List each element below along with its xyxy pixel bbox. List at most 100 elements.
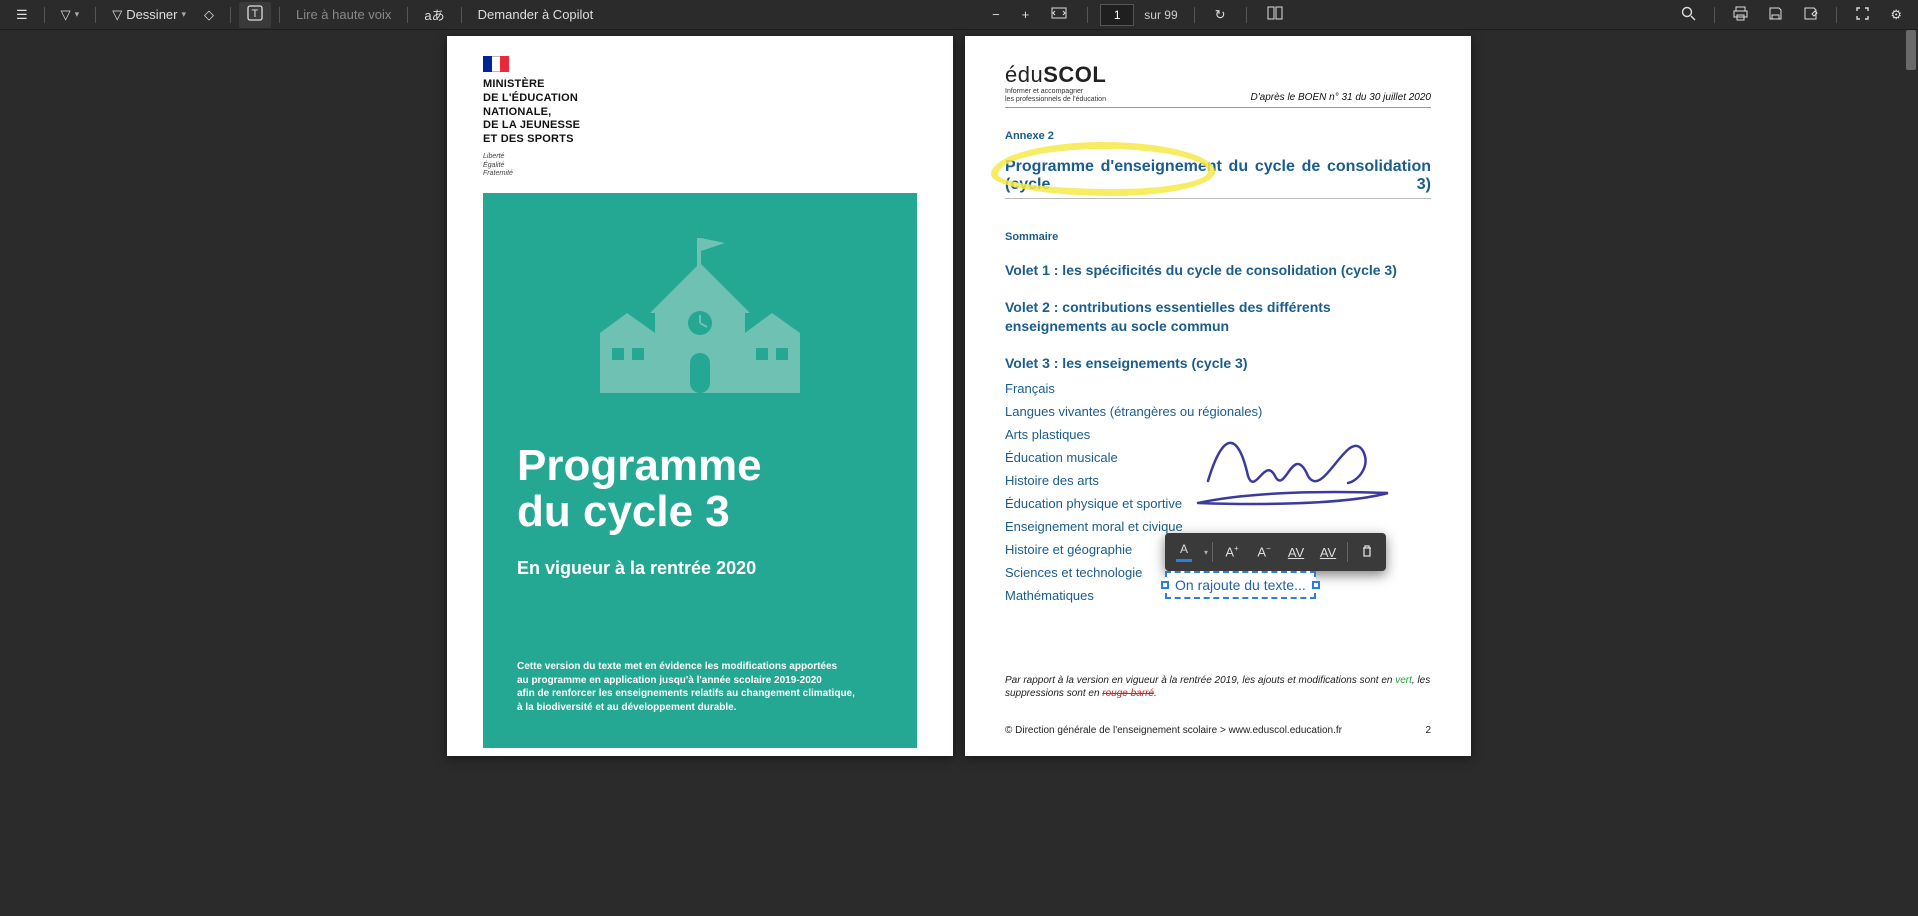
cover-subtitle: En vigueur à la rentrée 2020 bbox=[517, 558, 756, 579]
chevron-down-icon[interactable]: ▾ bbox=[1204, 548, 1208, 557]
spacing-increase-icon: AV bbox=[1288, 545, 1304, 560]
font-decrease-icon: A− bbox=[1257, 544, 1270, 559]
page-total-label: sur 99 bbox=[1140, 8, 1181, 22]
page-number-input[interactable] bbox=[1100, 4, 1134, 26]
programme-title-text: Programme d'enseignement du cycle de con… bbox=[1005, 158, 1431, 193]
ink-annotation[interactable] bbox=[1193, 421, 1393, 521]
translate-button[interactable]: aあ bbox=[416, 2, 452, 28]
pdf-viewer[interactable]: MINISTÈRE DE L'ÉDUCATION NATIONALE, DE L… bbox=[0, 30, 1918, 916]
translate-icon: aあ bbox=[424, 5, 444, 24]
brand-sub-line: les professionnels de l'éducation bbox=[1005, 96, 1106, 104]
volet-heading: Volet 3 : les enseignements (cycle 3) bbox=[1005, 354, 1431, 373]
annexe-label: Annexe 2 bbox=[1005, 130, 1431, 142]
vertical-scrollbar[interactable] bbox=[1904, 30, 1918, 916]
separator bbox=[95, 7, 96, 23]
separator bbox=[1194, 7, 1195, 23]
minus-icon: − bbox=[992, 7, 1000, 22]
footnote-text: Par rapport à la version en vigueur à la… bbox=[1005, 675, 1395, 686]
save-button[interactable] bbox=[1760, 2, 1791, 28]
print-icon bbox=[1733, 6, 1748, 24]
cover-title-line: Programme bbox=[517, 443, 883, 489]
ask-copilot-button[interactable]: Demander à Copilot bbox=[470, 2, 602, 28]
ministry-line: DE L'ÉDUCATION bbox=[483, 92, 917, 106]
fit-page-button[interactable] bbox=[1043, 2, 1075, 28]
decrease-spacing-button[interactable]: AV bbox=[1313, 537, 1343, 567]
resize-handle-left[interactable] bbox=[1161, 581, 1169, 589]
cover-desc-line: à la biodiversité et au développement du… bbox=[517, 701, 867, 715]
page-view-button[interactable] bbox=[1259, 2, 1291, 28]
page-footer: © Direction générale de l'enseignement s… bbox=[1005, 725, 1431, 736]
text-annotation-toolbar: A ▾ A+ A− AV AV bbox=[1165, 533, 1386, 571]
increase-spacing-button[interactable]: AV bbox=[1281, 537, 1311, 567]
page-header: éduSCOL Informer et accompagner les prof… bbox=[1005, 62, 1431, 108]
fullscreen-button[interactable] bbox=[1847, 2, 1878, 28]
footnote-red: rouge barré bbox=[1102, 688, 1154, 699]
french-flag-icon bbox=[483, 56, 509, 72]
eduscol-brand: éduSCOL Informer et accompagner les prof… bbox=[1005, 62, 1106, 103]
footnote: Par rapport à la version en vigueur à la… bbox=[1005, 674, 1431, 700]
rotate-icon: ↻ bbox=[1215, 7, 1226, 23]
fullscreen-icon bbox=[1855, 6, 1870, 24]
separator bbox=[1246, 7, 1247, 23]
volet-heading: Volet 1 : les spécificités du cycle de c… bbox=[1005, 261, 1431, 280]
toc-button[interactable]: ☰ bbox=[8, 2, 36, 28]
motto-line: Liberté bbox=[483, 153, 917, 162]
erase-tool-button[interactable]: ◇ bbox=[196, 2, 222, 28]
text-annotation-box[interactable]: On rajoute du texte... bbox=[1165, 571, 1316, 599]
rotate-button[interactable]: ↻ bbox=[1207, 2, 1234, 28]
highlight-tool-button[interactable]: ▽ ▾ bbox=[53, 2, 88, 28]
add-text-button[interactable]: T bbox=[239, 2, 271, 28]
ministry-line: NATIONALE, bbox=[483, 106, 917, 120]
page-view-icon bbox=[1267, 6, 1283, 23]
settings-button[interactable]: ⚙ bbox=[1882, 2, 1910, 28]
read-aloud-label: Lire à haute voix bbox=[296, 7, 391, 22]
print-button[interactable] bbox=[1725, 2, 1756, 28]
zoom-out-button[interactable]: − bbox=[984, 2, 1008, 28]
delete-annotation-button[interactable] bbox=[1352, 537, 1382, 567]
separator bbox=[279, 7, 280, 23]
pdf-page-1: MINISTÈRE DE L'ÉDUCATION NATIONALE, DE L… bbox=[447, 36, 953, 756]
brand-part-scol: SCOL bbox=[1043, 62, 1106, 87]
cover-title: Programme du cycle 3 bbox=[517, 443, 883, 535]
scrollbar-thumb[interactable] bbox=[1906, 30, 1916, 70]
programme-title: Programme d'enseignement du cycle de con… bbox=[1005, 158, 1431, 199]
text-color-button[interactable]: A bbox=[1169, 537, 1199, 567]
pen-icon: ▽ bbox=[112, 7, 122, 23]
fit-page-icon bbox=[1051, 7, 1067, 22]
font-increase-icon: A+ bbox=[1225, 544, 1238, 559]
chevron-down-icon: ▾ bbox=[181, 9, 186, 20]
separator bbox=[461, 7, 462, 23]
separator bbox=[1347, 542, 1348, 562]
save-icon bbox=[1768, 6, 1783, 24]
zoom-in-button[interactable]: + bbox=[1014, 2, 1038, 28]
save-as-button[interactable] bbox=[1795, 2, 1826, 28]
trash-icon bbox=[1360, 544, 1374, 561]
read-aloud-button[interactable]: Lire à haute voix bbox=[288, 2, 399, 28]
chevron-down-icon: ▾ bbox=[75, 9, 80, 20]
separator bbox=[1087, 7, 1088, 23]
cover-desc-line: au programme en application jusqu'à l'an… bbox=[517, 674, 867, 688]
text-annotation-content[interactable]: On rajoute du texte... bbox=[1175, 577, 1306, 593]
copyright-text: © Direction générale de l'enseignement s… bbox=[1005, 725, 1342, 736]
cover-description: Cette version du texte met en évidence l… bbox=[517, 660, 867, 714]
toc-item: Langues vivantes (étrangères ou régional… bbox=[1005, 404, 1431, 419]
draw-label: Dessiner bbox=[126, 7, 177, 22]
text-annotation-icon: T bbox=[247, 5, 263, 24]
ministry-line: ET DES SPORTS bbox=[483, 133, 917, 147]
brand-part-edu: édu bbox=[1005, 62, 1043, 87]
separator bbox=[407, 7, 408, 23]
search-button[interactable] bbox=[1673, 2, 1704, 28]
increase-font-button[interactable]: A+ bbox=[1217, 537, 1247, 567]
draw-tool-button[interactable]: ▽ Dessiner ▾ bbox=[104, 2, 194, 28]
eraser-icon: ◇ bbox=[204, 7, 214, 23]
search-icon bbox=[1681, 6, 1696, 24]
decrease-font-button[interactable]: A− bbox=[1249, 537, 1279, 567]
separator bbox=[1212, 542, 1213, 562]
cover-panel: Programme du cycle 3 En vigueur à la ren… bbox=[483, 193, 917, 748]
republic-motto: Liberté Égalité Fraternité bbox=[483, 153, 917, 179]
resize-handle-right[interactable] bbox=[1312, 581, 1320, 589]
ask-copilot-label: Demander à Copilot bbox=[478, 7, 594, 22]
separator bbox=[1836, 7, 1837, 23]
cover-desc-line: Cette version du texte met en évidence l… bbox=[517, 660, 867, 674]
save-as-icon bbox=[1803, 6, 1818, 24]
